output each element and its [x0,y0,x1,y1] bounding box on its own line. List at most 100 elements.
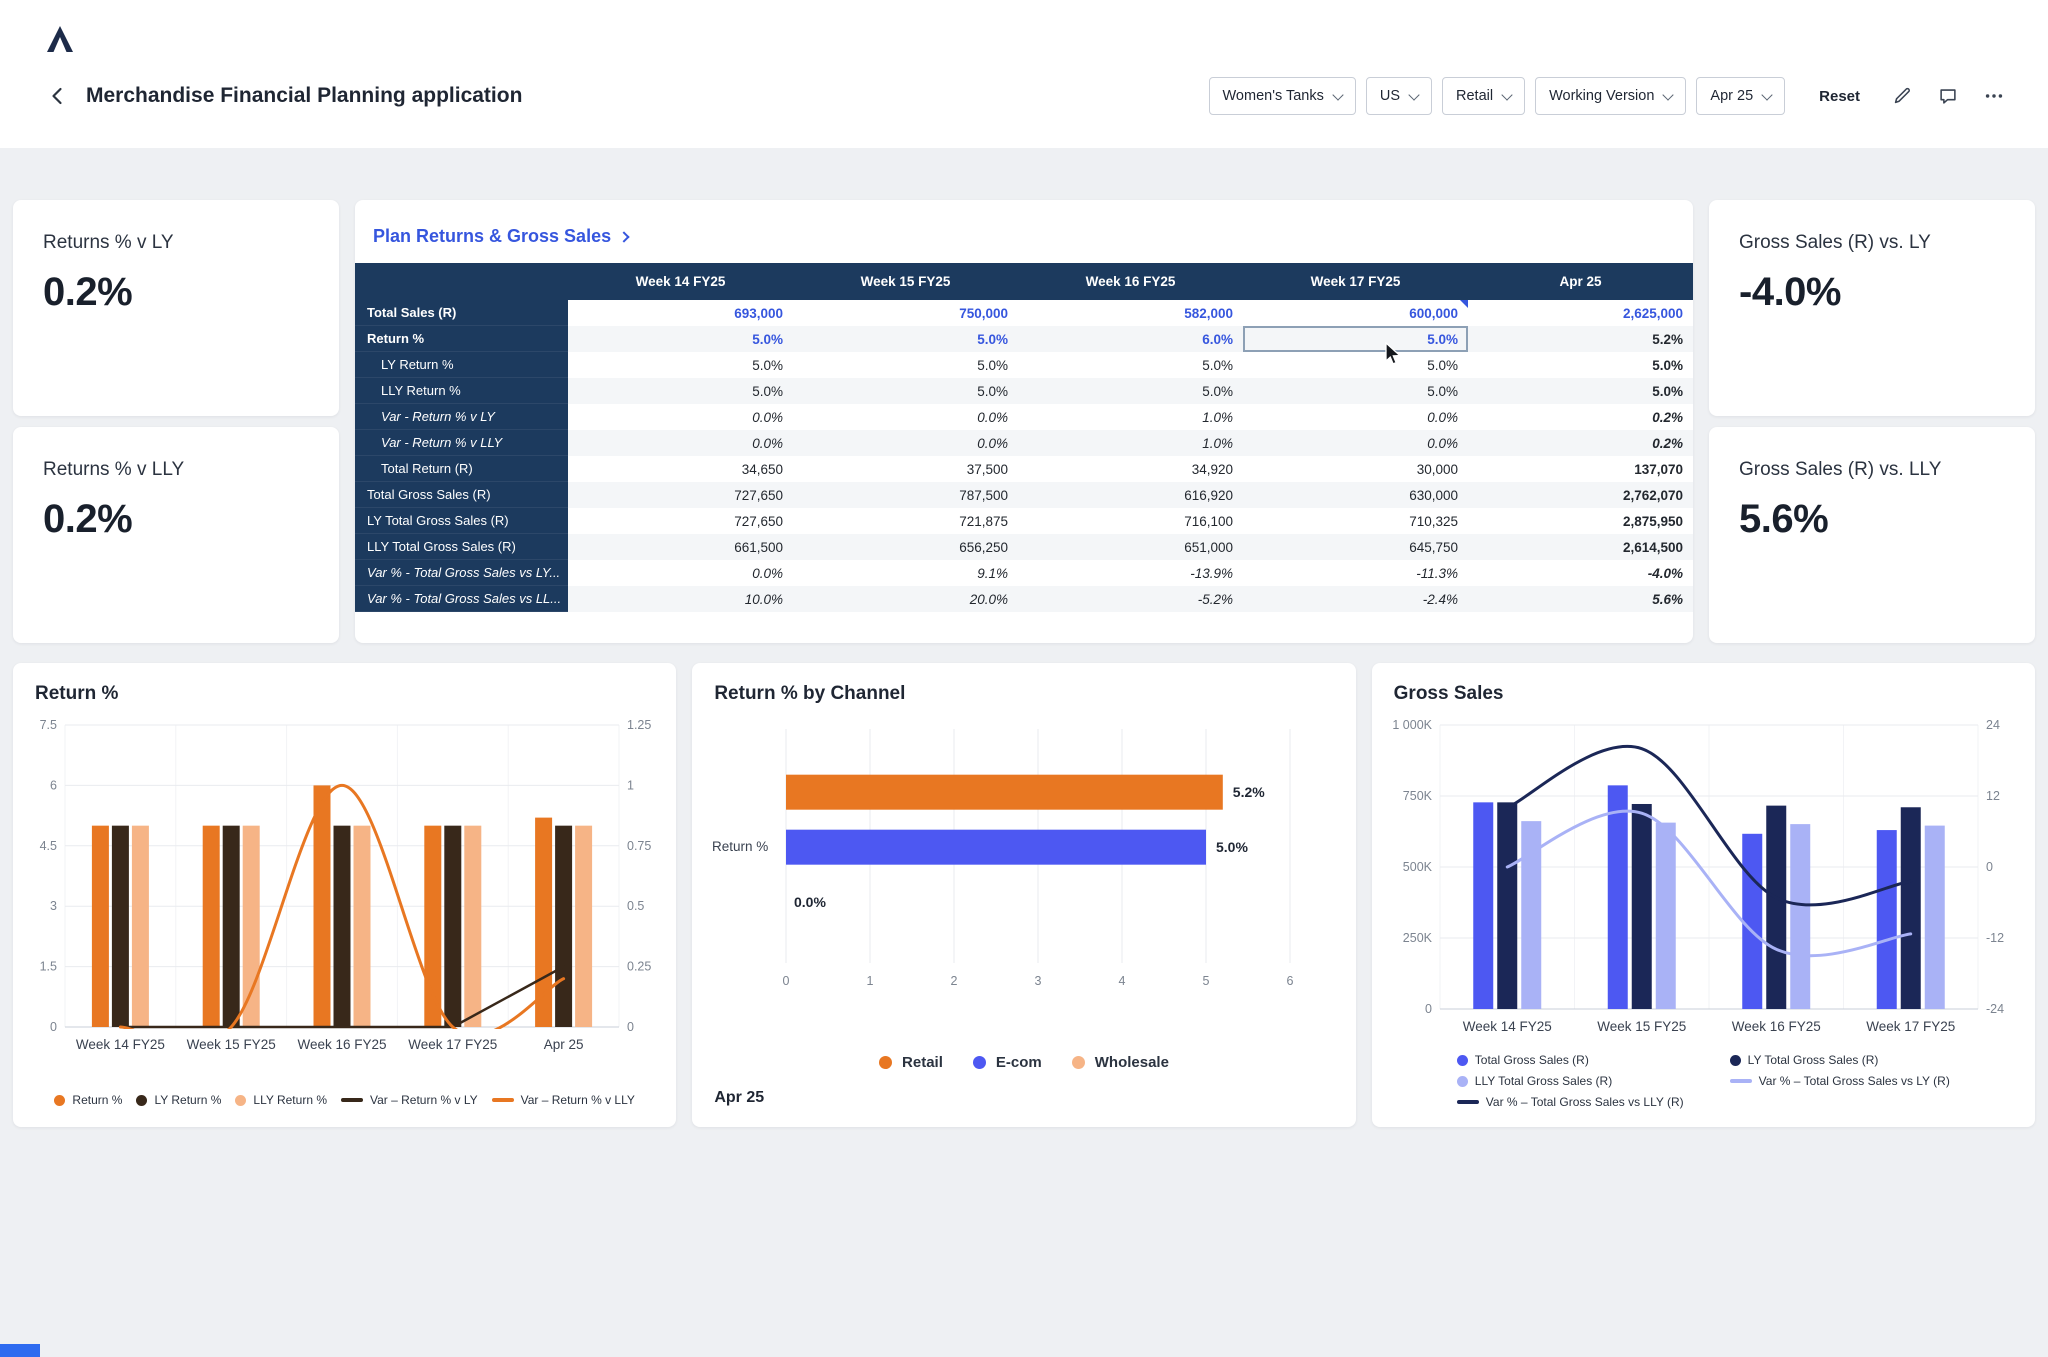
legend-item[interactable]: Var – Return % v LY [341,1093,478,1107]
table-cell[interactable]: 34,920 [1018,456,1243,482]
table-cell[interactable]: 727,650 [568,482,793,508]
table-cell[interactable]: 34,650 [568,456,793,482]
table-cell[interactable]: 5.0% [568,352,793,378]
table-cell[interactable]: 5.6% [1468,586,1693,612]
table-cell[interactable]: 0.0% [1243,430,1468,456]
table-cell[interactable]: 727,650 [568,508,793,534]
kpi-title: Gross Sales (R) vs. LLY [1739,459,2005,481]
table-cell[interactable]: -11.3% [1243,560,1468,586]
svg-text:1.25: 1.25 [627,718,651,732]
legend-item[interactable]: LLY Total Gross Sales (R) [1457,1074,1684,1088]
edit-pencil-icon[interactable] [1884,78,1920,114]
column-header[interactable]: Week 15 FY25 [793,263,1018,300]
legend-item[interactable]: Wholesale [1072,1054,1169,1071]
table-cell[interactable]: 5.0% [568,326,793,352]
table-cell[interactable]: 750,000 [793,300,1018,326]
chevron-down-icon [1332,89,1343,100]
dashboard-content: Returns % v LY 0.2% Returns % v LLY 0.2%… [0,148,2048,1127]
comment-icon[interactable] [1930,78,1966,114]
table-cell[interactable]: 5.0% [1243,378,1468,404]
table-cell[interactable]: 137,070 [1468,456,1693,482]
table-cell[interactable]: 0.0% [568,430,793,456]
table-cell[interactable]: 0.2% [1468,430,1693,456]
table-cell[interactable]: 6.0% [1018,326,1243,352]
table-cell[interactable]: 656,250 [793,534,1018,560]
table-cell[interactable]: 616,920 [1018,482,1243,508]
legend-item[interactable]: Return % [54,1093,122,1107]
table-cell[interactable]: 5.0% [568,378,793,404]
table-cell[interactable]: 5.0% [793,352,1018,378]
table-cell[interactable]: 10.0% [568,586,793,612]
table-cell[interactable]: 2,614,500 [1468,534,1693,560]
table-cell[interactable]: 2,875,950 [1468,508,1693,534]
table-cell[interactable]: 0.0% [1243,404,1468,430]
filter-channel[interactable]: Retail [1442,77,1525,115]
legend-item[interactable]: Var % – Total Gross Sales vs LLY (R) [1457,1095,1684,1109]
chart-legend: Total Gross Sales (R) LY Total Gross Sale… [1388,1053,2019,1109]
legend-item[interactable]: Var – Return % v LLY [492,1093,635,1107]
table-cell[interactable]: -4.0% [1468,560,1693,586]
anaplan-logo[interactable] [44,23,76,60]
table-title-link[interactable]: Plan Returns & Gross Sales [355,200,1693,263]
table-cell[interactable]: 5.0% [793,326,1018,352]
legend-item[interactable]: Retail [879,1054,943,1071]
table-cell[interactable]: 5.0% [1018,352,1243,378]
table-cell[interactable]: 582,000 [1018,300,1243,326]
table-cell[interactable]: 787,500 [793,482,1018,508]
table-cell[interactable]: 645,750 [1243,534,1468,560]
table-cell[interactable]: 5.0% [1243,352,1468,378]
table-cell[interactable]: 0.0% [568,560,793,586]
table-cell[interactable]: 2,625,000 [1468,300,1693,326]
table-cell[interactable]: 30,000 [1243,456,1468,482]
column-header[interactable]: Week 16 FY25 [1018,263,1243,300]
table-cell[interactable]: 630,000 [1243,482,1468,508]
back-button[interactable] [44,82,72,110]
table-cell[interactable]: 20.0% [793,586,1018,612]
table-cell[interactable]: 600,000 [1243,300,1468,326]
table-cell[interactable]: 37,500 [793,456,1018,482]
legend-label: Return % [72,1093,122,1107]
filter-version[interactable]: Working Version [1535,77,1686,115]
column-header[interactable]: Week 17 FY25 [1243,263,1468,300]
table-cell[interactable]: 0.0% [793,404,1018,430]
table-cell[interactable]: 710,325 [1243,508,1468,534]
more-options-icon[interactable] [1976,78,2012,114]
filter-region[interactable]: US [1366,77,1432,115]
reset-button[interactable]: Reset [1819,88,1860,105]
svg-text:0.25: 0.25 [627,960,651,974]
table-cell[interactable]: 693,000 [568,300,793,326]
column-header[interactable]: Week 14 FY25 [568,263,793,300]
column-header[interactable]: Apr 25 [1468,263,1693,300]
legend-item[interactable]: LY Return % [136,1093,221,1107]
table-cell[interactable]: 5.0% [793,378,1018,404]
table-cell[interactable]: 5.0% [1468,378,1693,404]
table-cell[interactable]: 5.0% [1018,378,1243,404]
table-cell[interactable]: 0.0% [568,404,793,430]
filter-product[interactable]: Women's Tanks [1209,77,1356,115]
table-cell[interactable]: -13.9% [1018,560,1243,586]
table-cell[interactable]: 2,762,070 [1468,482,1693,508]
table-cell[interactable]: 9.1% [793,560,1018,586]
table-cell[interactable]: 5.0% [1468,352,1693,378]
table-cell[interactable]: 661,500 [568,534,793,560]
table-cell[interactable]: 0.2% [1468,404,1693,430]
legend-item[interactable]: E-com [973,1054,1042,1071]
legend-item[interactable]: LLY Return % [235,1093,327,1107]
table-cell[interactable]: 0.0% [793,430,1018,456]
svg-text:4: 4 [1119,974,1126,988]
table-cell[interactable]: 1.0% [1018,430,1243,456]
table-cell[interactable]: 651,000 [1018,534,1243,560]
table-cell[interactable]: 721,875 [793,508,1018,534]
table-cell[interactable]: 1.0% [1018,404,1243,430]
table-cell[interactable]: -2.4% [1243,586,1468,612]
table-cell[interactable]: 5.2% [1468,326,1693,352]
legend-item[interactable]: Total Gross Sales (R) [1457,1053,1684,1067]
table-cell[interactable]: -5.2% [1018,586,1243,612]
legend-item[interactable]: Var % – Total Gross Sales vs LY (R) [1730,1074,1950,1088]
filter-period[interactable]: Apr 25 [1696,77,1785,115]
legend-label: LY Total Gross Sales (R) [1748,1053,1879,1067]
table-cell[interactable]: 5.0% [1243,326,1468,352]
legend-item[interactable]: LY Total Gross Sales (R) [1730,1053,1950,1067]
table-row: Total Return (R)34,65037,50034,92030,000… [355,456,1693,482]
table-cell[interactable]: 716,100 [1018,508,1243,534]
